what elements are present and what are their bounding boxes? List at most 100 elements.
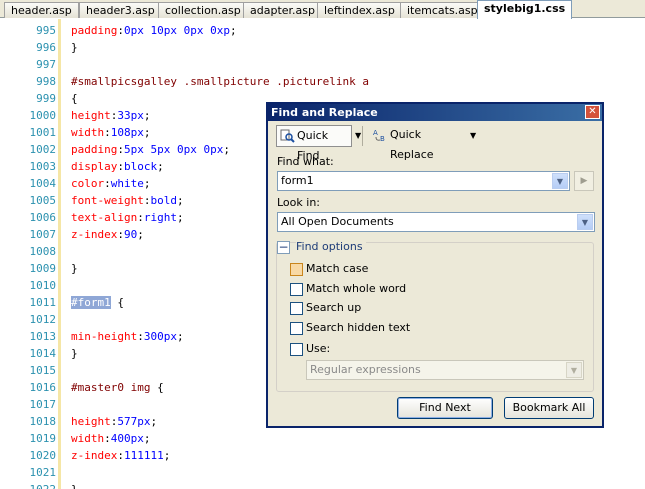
code-token: 0px 10px 0px 0xp	[123, 24, 230, 37]
code-line[interactable]: {	[71, 90, 78, 107]
code-token: :	[104, 126, 111, 139]
code-token: ;	[176, 211, 184, 224]
match-whole-word-checkbox[interactable]	[290, 283, 303, 296]
look-in-label: Look in:	[277, 196, 320, 209]
code-token: z-index	[71, 449, 118, 462]
code-line[interactable]: font-weight:bold;	[71, 192, 184, 209]
code-line[interactable]: text-align:right;	[71, 209, 184, 226]
code-token: ;	[143, 177, 151, 190]
code-line[interactable]: }	[71, 345, 78, 362]
code-token: white	[110, 177, 144, 190]
code-token: ;	[143, 432, 151, 445]
quick-find-icon	[280, 129, 295, 143]
code-token: }	[71, 262, 78, 275]
code-token: font-weight	[71, 194, 144, 207]
svg-text:A: A	[373, 129, 378, 137]
code-line[interactable]: z-index:111111;	[71, 447, 170, 464]
look-in-combo[interactable]: All Open Documents ▼	[277, 212, 595, 232]
code-token: block	[123, 160, 158, 173]
chevron-down-icon: ▼	[566, 362, 582, 378]
code-line[interactable]: color:white;	[71, 175, 151, 192]
expression-builder-button[interactable]: ▶	[574, 171, 594, 191]
chevron-down-icon[interactable]: ▼	[552, 173, 568, 189]
code-token: width	[71, 432, 105, 445]
code-line[interactable]: width:108px;	[71, 124, 151, 141]
code-line[interactable]: height:577px;	[71, 413, 157, 430]
code-line[interactable]: }	[71, 39, 78, 56]
document-tab-strip: header.asp header3.asp collection.asp ad…	[0, 0, 645, 19]
line-number: 995	[36, 24, 56, 37]
find-options-heading: Find options	[296, 240, 366, 253]
code-token: height	[71, 415, 111, 428]
tab-adapter-asp[interactable]: adapter.asp	[243, 2, 322, 18]
quick-replace-dropdown-icon[interactable]: ▼	[470, 131, 476, 140]
search-up-label[interactable]: Search up	[306, 301, 361, 314]
search-up-checkbox[interactable]	[290, 302, 303, 315]
line-number: 1001	[29, 126, 57, 139]
code-token: ;	[143, 109, 151, 122]
quick-replace-button[interactable]: A B Quick Replace	[370, 125, 466, 161]
line-number: 1019	[29, 432, 57, 445]
chevron-down-icon[interactable]: ▼	[577, 214, 593, 230]
code-token: }	[71, 41, 78, 54]
collapse-options-button[interactable]: −	[277, 241, 290, 254]
dialog-title-bar[interactable]: Find and Replace ✕	[268, 104, 602, 121]
dialog-title: Find and Replace	[271, 106, 378, 119]
search-hidden-text-checkbox[interactable]	[290, 322, 303, 335]
tab-stylebig1-css[interactable]: stylebig1.css	[477, 0, 573, 19]
find-what-label: Find what:	[277, 155, 334, 168]
code-token: :	[137, 211, 144, 224]
tab-header3-asp[interactable]: header3.asp	[79, 2, 162, 18]
close-button[interactable]: ✕	[585, 105, 600, 119]
code-token: ;	[229, 24, 237, 37]
line-number: 998	[36, 75, 56, 88]
use-type-combo[interactable]: Regular expressions ▼	[306, 360, 584, 380]
search-hidden-text-label[interactable]: Search hidden text	[306, 321, 410, 334]
match-whole-word-label[interactable]: Match whole word	[306, 282, 406, 295]
match-case-checkbox[interactable]	[290, 263, 303, 276]
tab-header-asp[interactable]: header.asp	[4, 2, 79, 18]
line-number: 997	[36, 58, 56, 71]
code-line[interactable]: }	[71, 481, 78, 489]
code-line[interactable]: #master0 img {	[71, 379, 164, 396]
code-token: {	[71, 92, 78, 105]
quick-find-dropdown-icon[interactable]: ▼	[355, 131, 361, 140]
search-match-highlight: #form1	[71, 296, 111, 309]
tab-collection-asp[interactable]: collection.asp	[158, 2, 248, 18]
code-token: 400px	[110, 432, 144, 445]
code-line[interactable]: padding:0px 10px 0px 0xp;	[71, 22, 237, 39]
code-line[interactable]: padding:5px 5px 0px 0px;	[71, 141, 230, 158]
code-token: {	[150, 381, 164, 394]
code-token: 108px	[110, 126, 144, 139]
code-token: {	[110, 296, 124, 309]
code-line[interactable]: #smallpicsgalley .smallpicture .picturel…	[71, 73, 369, 90]
code-token: color	[71, 177, 105, 190]
code-token: ;	[157, 160, 164, 173]
code-line[interactable]: display:block;	[71, 158, 164, 175]
toolbar-separator	[362, 126, 363, 146]
find-what-combo[interactable]: form1 ▼	[277, 171, 570, 191]
line-number: 1005	[29, 194, 57, 207]
match-case-label[interactable]: Match case	[306, 262, 368, 275]
code-line[interactable]: width:400px;	[71, 430, 151, 447]
code-line[interactable]: min-height:300px;	[71, 328, 184, 345]
line-number: 999	[36, 92, 56, 105]
tab-itemcats-asp[interactable]: itemcats.asp	[400, 2, 485, 18]
code-line[interactable]: #form1 {	[71, 294, 124, 311]
code-line[interactable]: height:33px;	[71, 107, 151, 124]
line-number: 1014	[29, 347, 57, 360]
code-token: :	[117, 160, 124, 173]
code-token: 5px 5px 0px 0px	[123, 143, 224, 156]
code-token: ;	[163, 449, 171, 462]
quick-find-button[interactable]: Quick Find	[276, 125, 352, 162]
code-token: 90	[123, 228, 138, 241]
code-token: ;	[223, 143, 230, 156]
code-token: padding	[71, 24, 118, 37]
tab-leftindex-asp[interactable]: leftindex.asp	[317, 2, 402, 18]
use-label[interactable]: Use:	[306, 342, 330, 355]
code-line[interactable]: z-index:90;	[71, 226, 144, 243]
code-line[interactable]: }	[71, 260, 78, 277]
use-checkbox[interactable]	[290, 343, 303, 356]
find-next-button[interactable]: Find Next	[397, 397, 493, 419]
bookmark-all-button[interactable]: Bookmark All	[504, 397, 594, 419]
